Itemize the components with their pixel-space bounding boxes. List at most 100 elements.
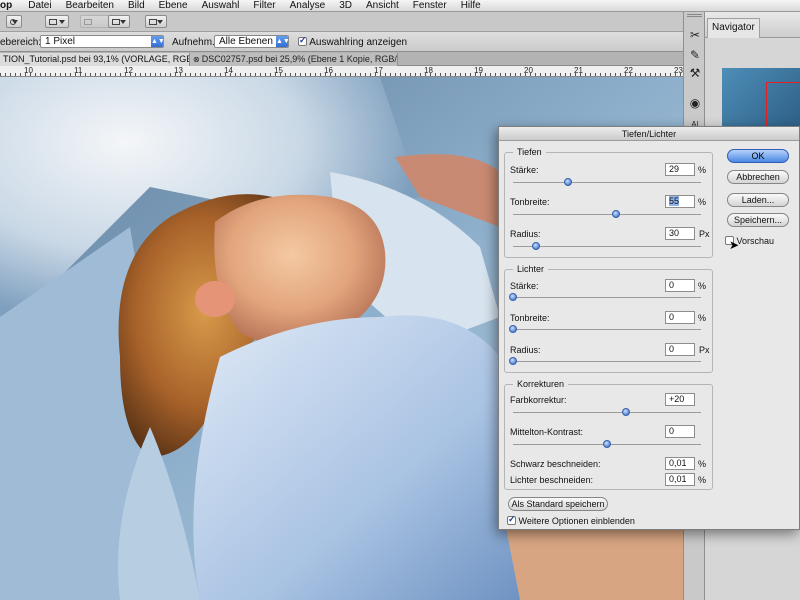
group-tiefen: Tiefen Stärke: 29 % Tonbreite: 55 % Radi… <box>504 147 713 258</box>
screen-mode-icon[interactable] <box>145 15 167 28</box>
menu-auswahl[interactable]: Auswahl <box>195 0 247 11</box>
lichter-radius-slider[interactable] <box>509 357 701 365</box>
ruler-tick <box>220 73 221 76</box>
lichter-staerke-input[interactable]: 0 <box>665 279 695 292</box>
clone-source-icon[interactable]: ⚒ <box>688 66 702 80</box>
slider-thumb[interactable] <box>509 293 517 301</box>
slider-thumb[interactable] <box>531 242 540 250</box>
slider-thumb[interactable] <box>621 408 630 416</box>
menu-bild[interactable]: Bild <box>121 0 152 11</box>
ruler-tick <box>550 73 551 76</box>
ruler-tick <box>600 73 601 76</box>
lichter-beschneiden-input[interactable]: 0,01 <box>665 473 695 486</box>
ruler-tick <box>460 73 461 76</box>
menu-bearbeiten[interactable]: Bearbeiten <box>59 0 121 11</box>
ruler-tick <box>490 73 491 76</box>
tiefen-tonbreite-input[interactable]: 55 <box>665 195 695 208</box>
save-button[interactable]: Speichern... <box>727 213 789 227</box>
ruler-tick <box>10 73 11 76</box>
lichter-tonbreite-input[interactable]: 0 <box>665 311 695 324</box>
farbkorrektur-slider[interactable] <box>513 408 701 416</box>
ok-button[interactable]: OK <box>727 149 789 163</box>
ruler-tick <box>255 73 256 76</box>
ring-checkbox[interactable] <box>298 35 307 46</box>
ruler-tick <box>440 73 441 76</box>
tools-scissors-icon[interactable]: ✂ <box>688 28 702 42</box>
tiefen-radius-slider[interactable] <box>513 242 701 250</box>
schwarz-beschneiden-input[interactable]: 0,01 <box>665 457 695 470</box>
tab-tutorial[interactable]: TION_Tutorial.psd bei 93,1% (VORLAGE, RG… <box>0 53 190 66</box>
menu-ebene[interactable]: Ebene <box>152 0 195 11</box>
menu-analyse[interactable]: Analyse <box>283 0 333 11</box>
unit-percent: % <box>698 475 707 485</box>
cancel-button[interactable]: Abbrechen <box>727 170 789 184</box>
app-menu[interactable]: op <box>0 0 21 11</box>
ruler-tick <box>315 73 316 76</box>
panel-grip[interactable] <box>687 14 702 17</box>
arrange-documents-icon[interactable] <box>108 15 130 28</box>
ruler-tick <box>655 73 656 76</box>
menu-ansicht[interactable]: Ansicht <box>359 0 406 11</box>
slider-thumb[interactable] <box>603 440 611 448</box>
range-label: ebereich: <box>0 37 42 48</box>
ring-option[interactable]: Auswahlring anzeigen <box>298 35 407 48</box>
horizontal-ruler[interactable]: 10 11 12 13 14 15 16 17 18 19 20 21 22 23 <box>0 66 683 77</box>
tiefen-staerke-slider[interactable] <box>513 178 701 186</box>
ruler-label: 17 <box>374 66 383 75</box>
load-button[interactable]: Laden... <box>727 193 789 207</box>
ruler-tick <box>505 73 506 76</box>
menu-datei[interactable]: Datei <box>21 0 58 11</box>
channels-icon[interactable]: ◉ <box>688 96 702 110</box>
ruler-tick <box>420 73 421 76</box>
ruler-tick <box>15 73 16 76</box>
ruler-tick <box>350 73 351 76</box>
mittelton-kontrast-slider[interactable] <box>513 440 701 448</box>
slider-thumb[interactable] <box>509 325 517 333</box>
ruler-tick <box>240 73 241 76</box>
menu-filter[interactable]: Filter <box>246 0 282 11</box>
navigator-view-box[interactable] <box>766 82 800 130</box>
close-tab-icon[interactable]: ⊗ <box>193 54 200 66</box>
ruler-tick <box>70 73 71 76</box>
ruler-tick <box>260 73 261 76</box>
farbkorrektur-input[interactable]: +20 <box>665 393 695 406</box>
tab-dsc02757[interactable]: ⊗ DSC02757.psd bei 25,9% (Ebene 1 Kopie, … <box>190 53 398 66</box>
hand-tool-icon[interactable] <box>6 15 22 28</box>
slider-thumb[interactable] <box>509 357 517 365</box>
brush-presets-icon[interactable]: ✎ <box>688 48 702 62</box>
input-value: 0,01 <box>669 474 687 484</box>
more-options-checkbox[interactable] <box>507 514 516 525</box>
input-value: 0 <box>669 426 675 436</box>
save-as-default-button[interactable]: Als Standard speichern <box>508 497 608 511</box>
mittelton-kontrast-input[interactable]: 0 <box>665 425 695 438</box>
group-label: Tiefen <box>513 147 546 157</box>
tiefen-tonbreite-slider[interactable] <box>513 210 701 218</box>
mittelton-kontrast-label: Mittelton-Kontrast: <box>510 427 584 437</box>
lichter-staerke-slider[interactable] <box>509 293 701 301</box>
ruler-tick <box>640 73 641 76</box>
slider-thumb[interactable] <box>612 210 621 218</box>
lichter-radius-input[interactable]: 0 <box>665 343 695 356</box>
ruler-tick <box>665 73 666 76</box>
ruler-tick <box>560 73 561 76</box>
menu-hilfe[interactable]: Hilfe <box>454 0 488 11</box>
view-extras-icon[interactable] <box>45 15 69 28</box>
tiefen-staerke-input[interactable]: 29 <box>665 163 695 176</box>
navigator-tab[interactable]: Navigator <box>707 18 760 38</box>
ruler-tick <box>210 73 211 76</box>
slider-thumb[interactable] <box>563 178 572 186</box>
ruler-tick <box>555 73 556 76</box>
menu-3d[interactable]: 3D <box>332 0 359 11</box>
ruler-label: 12 <box>124 66 133 75</box>
menu-bar: op Datei Bearbeiten Bild Ebene Auswahl F… <box>0 0 800 12</box>
ruler-tick <box>160 73 161 76</box>
ruler-tick <box>465 73 466 76</box>
lichter-tonbreite-slider[interactable] <box>509 325 701 333</box>
sample-select[interactable]: Alle Ebenen ▲▼ <box>214 35 289 48</box>
menu-fenster[interactable]: Fenster <box>406 0 454 11</box>
navigator-thumbnail[interactable] <box>722 68 800 130</box>
range-select[interactable]: 1 Pixel ▲▼ <box>40 35 164 48</box>
unit-percent: % <box>698 197 707 207</box>
more-options[interactable]: Weitere Optionen einblenden <box>507 514 635 527</box>
tiefen-radius-input[interactable]: 30 <box>665 227 695 240</box>
